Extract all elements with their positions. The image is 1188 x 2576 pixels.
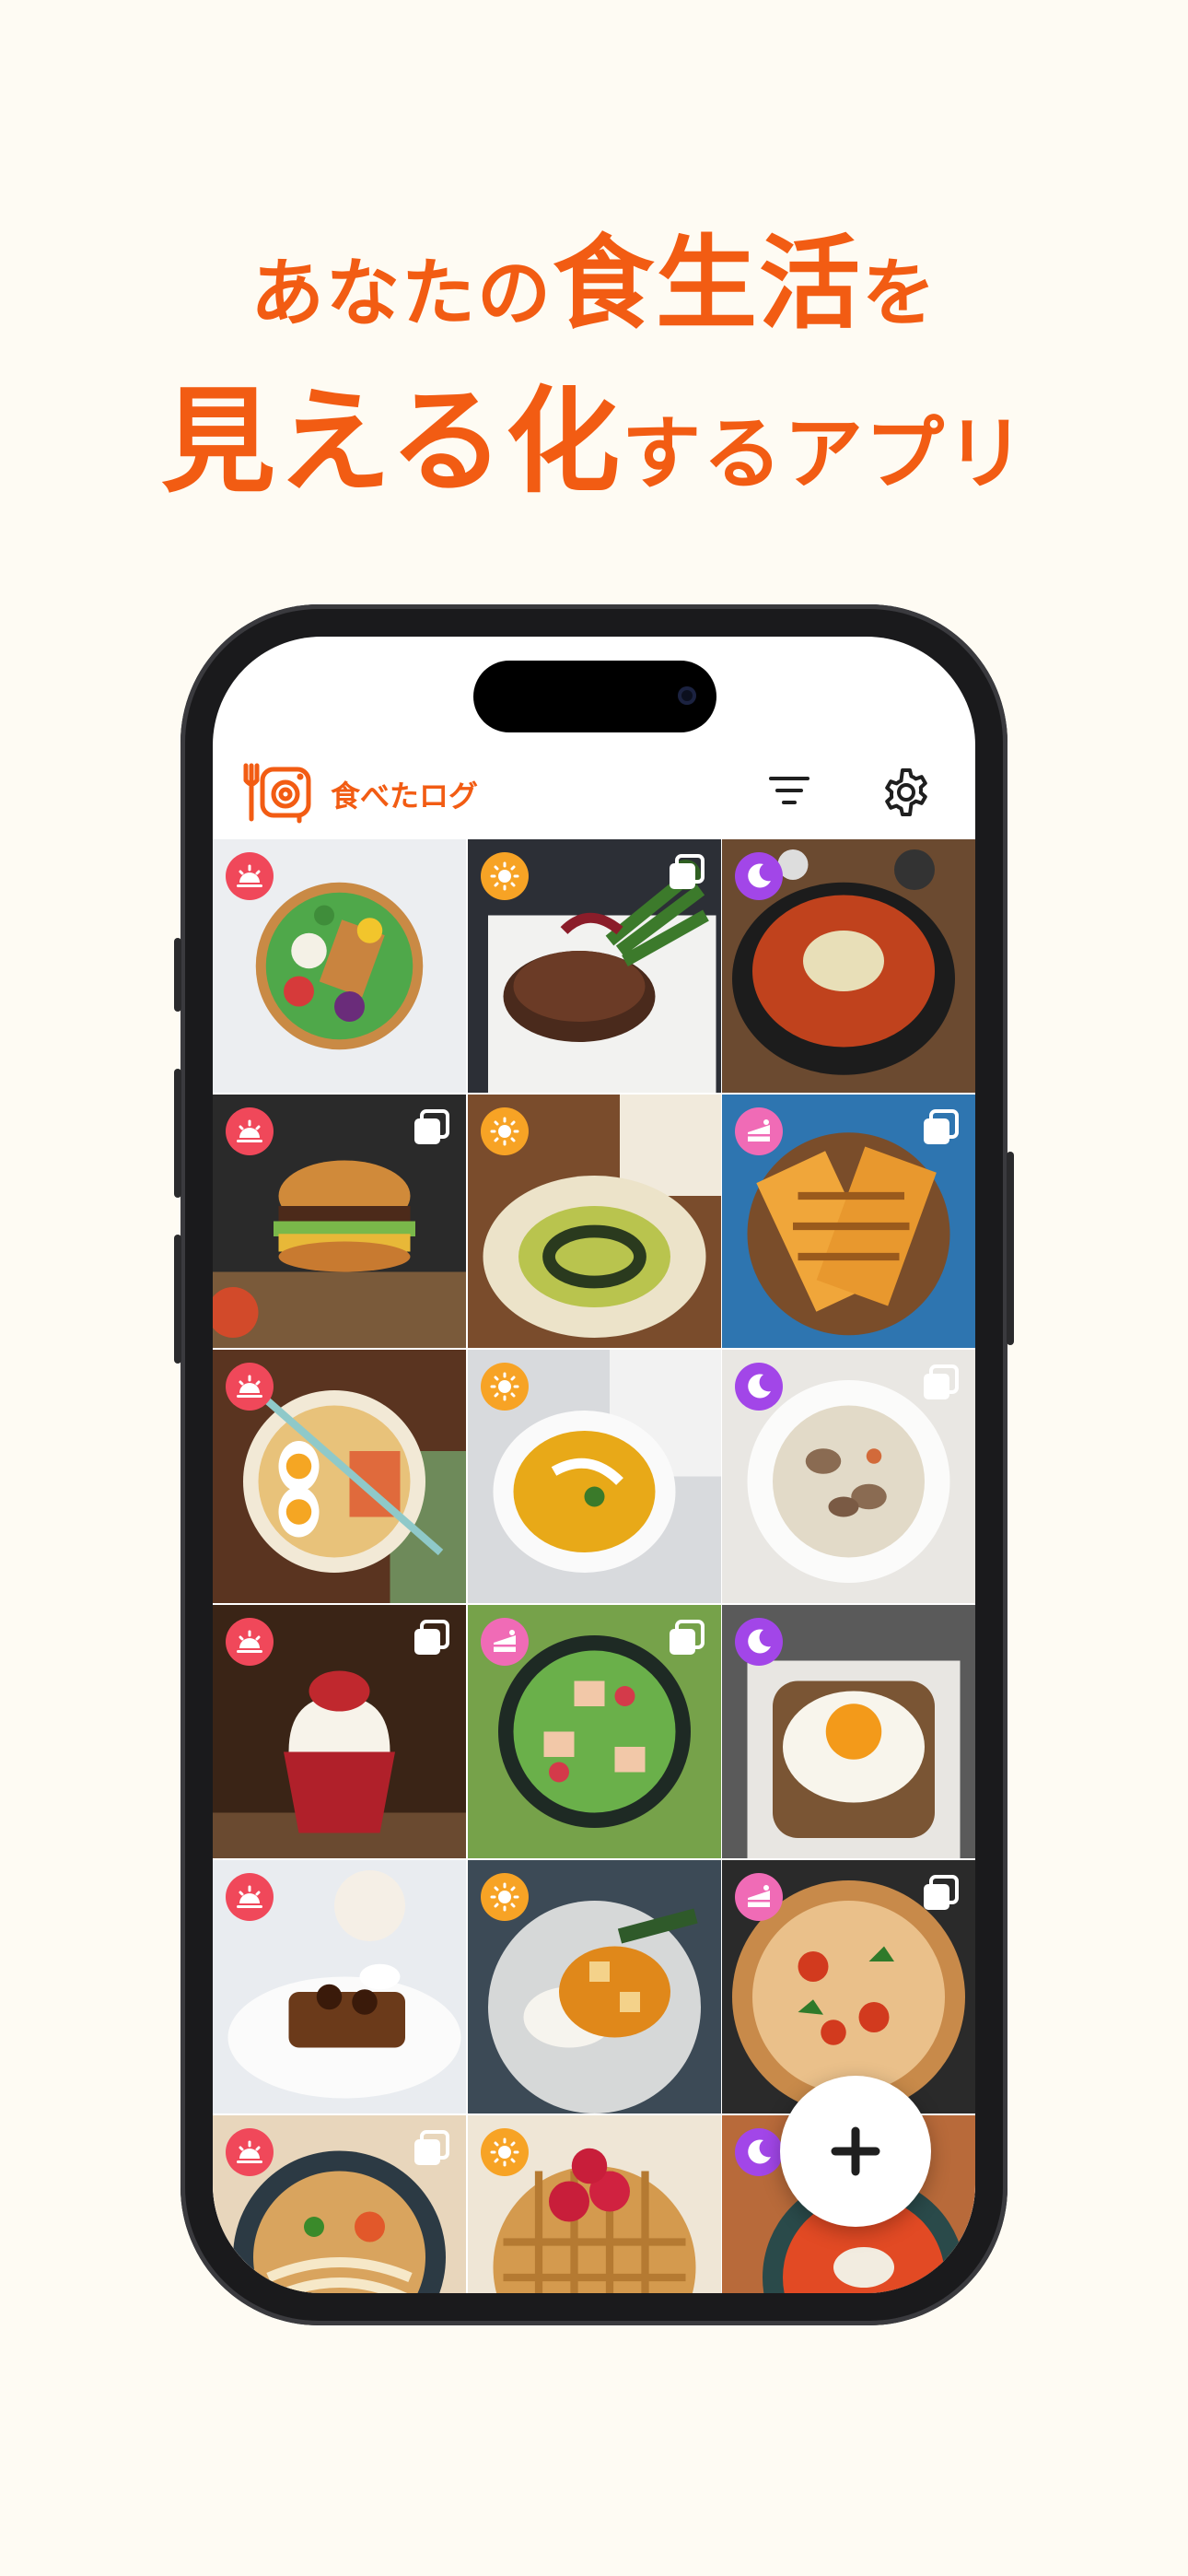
multiple-photos-icon (414, 2130, 449, 2165)
sun-icon (480, 1873, 529, 1921)
meal-photo-tile[interactable] (467, 839, 721, 1093)
filter-icon[interactable] (765, 769, 813, 812)
add-meal-button[interactable] (780, 2076, 931, 2227)
multiple-photos-icon (924, 1109, 959, 1144)
meal-photo-tile[interactable] (213, 1350, 466, 1603)
sunrise-icon (226, 1363, 274, 1411)
volume-down-button (174, 1235, 181, 1364)
multiple-photos-icon (414, 1109, 449, 1144)
multiple-photos-icon (414, 1620, 449, 1655)
cake-icon (480, 1618, 529, 1666)
gear-icon[interactable] (879, 766, 933, 819)
moon-icon (735, 852, 783, 900)
cake-icon (735, 1873, 783, 1921)
sun-icon (480, 2128, 529, 2176)
meal-photo-tile[interactable] (722, 1095, 975, 1348)
multiple-photos-icon (669, 1620, 705, 1655)
headline-emphasis: 見える化 (160, 376, 623, 509)
headline-text: を (862, 251, 938, 336)
headline-line-2: 見える化するアプリ (0, 348, 1188, 514)
multiple-photos-icon (924, 1875, 959, 1910)
moon-icon (735, 1363, 783, 1411)
phone-frame: 食べたログ (174, 604, 1014, 2325)
meal-photo-tile[interactable] (467, 1095, 721, 1348)
meal-photo-tile[interactable] (213, 1860, 466, 2113)
headline-line-1: あなたの食生活を (0, 201, 1188, 348)
cake-icon (735, 1107, 783, 1155)
headline-text: あなたの (250, 251, 553, 336)
plus-icon (831, 2126, 880, 2176)
multiple-photos-icon (924, 1364, 959, 1399)
sunrise-icon (226, 1618, 274, 1666)
action-button (174, 938, 181, 1012)
headline-text: するアプリ (622, 408, 1028, 500)
meal-photo-tile[interactable] (467, 2115, 721, 2293)
meal-photo-tile[interactable] (722, 1605, 975, 1858)
multiple-photos-icon (669, 854, 705, 889)
sunrise-icon (226, 852, 274, 900)
volume-up-button (174, 1069, 181, 1198)
meal-photo-tile[interactable] (722, 839, 975, 1093)
app-title: 食べたログ (331, 779, 479, 814)
sunrise-icon (226, 1873, 274, 1921)
moon-icon (735, 1618, 783, 1666)
sunrise-icon (226, 2128, 274, 2176)
dynamic-island (473, 661, 716, 732)
meal-photo-tile[interactable] (722, 1350, 975, 1603)
sun-icon (480, 1363, 529, 1411)
sun-icon (480, 1107, 529, 1155)
sunrise-icon (226, 1107, 274, 1155)
meal-photo-tile[interactable] (213, 1605, 466, 1858)
power-button (1007, 1152, 1014, 1345)
sun-icon (480, 852, 529, 900)
meal-photo-tile[interactable] (213, 839, 466, 1093)
meal-photo-tile[interactable] (467, 1350, 721, 1603)
meal-photo-tile[interactable] (467, 1860, 721, 2113)
plate-camera-logo-icon (243, 763, 311, 824)
meal-photo-tile[interactable] (213, 1095, 466, 1348)
moon-icon (735, 2128, 783, 2176)
headline-emphasis: 食生活 (553, 225, 862, 343)
meal-photo-tile[interactable] (467, 1605, 721, 1858)
app-screen: 食べたログ (213, 637, 975, 2293)
app-header: 食べたログ (213, 738, 975, 839)
meal-photo-tile[interactable] (213, 2115, 466, 2293)
